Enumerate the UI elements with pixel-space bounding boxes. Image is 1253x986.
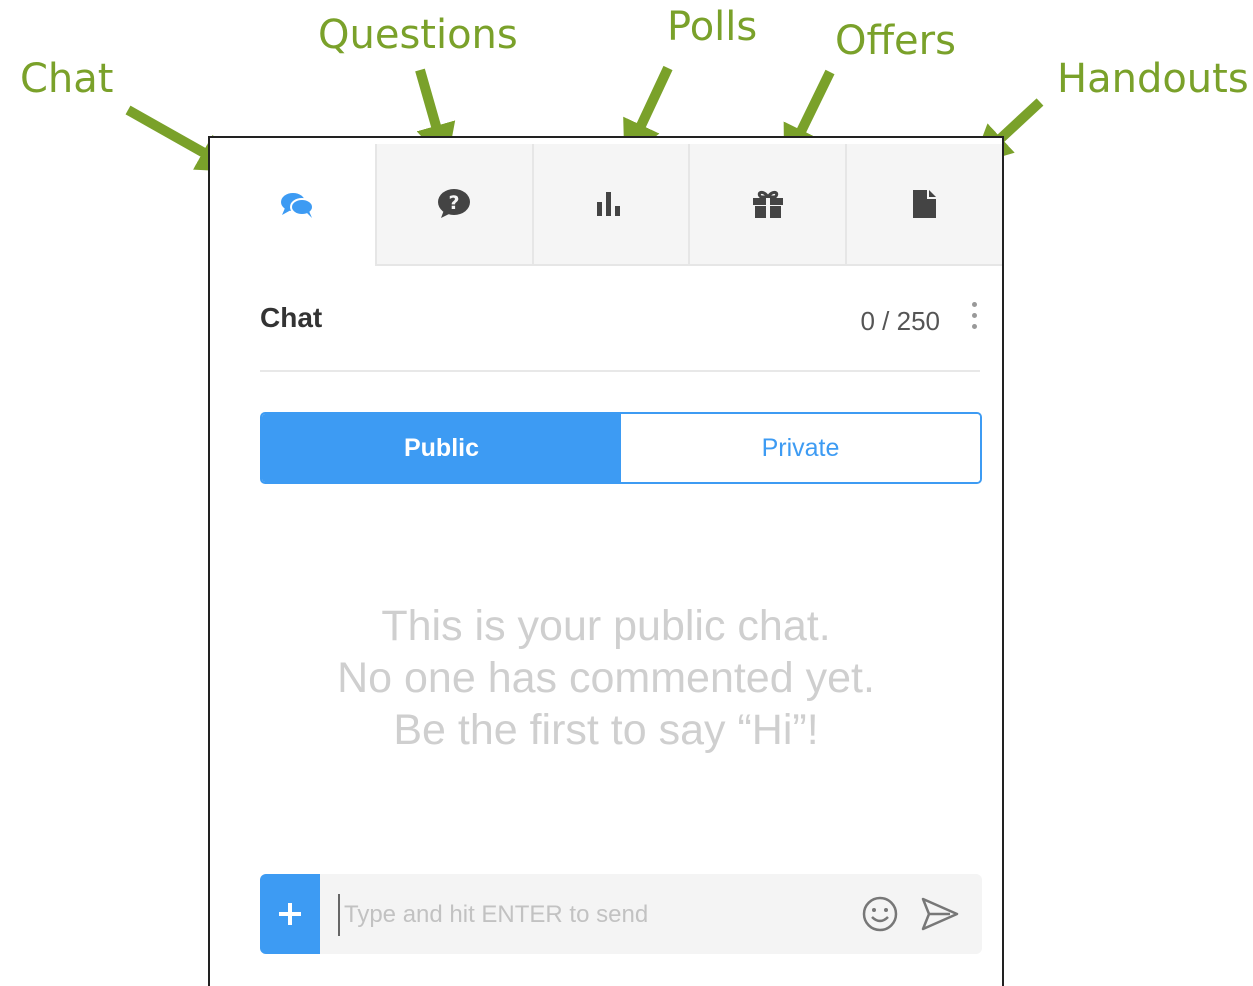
annotation-polls: Polls (667, 4, 758, 50)
message-composer (260, 874, 982, 954)
plus-icon (279, 903, 301, 925)
annotation-handouts: Handouts (1057, 56, 1249, 102)
emoji-button[interactable] (860, 894, 900, 939)
empty-state-message: This is your public chat. No one has com… (210, 600, 1002, 756)
more-options-icon[interactable] (968, 298, 980, 338)
public-button[interactable]: Public (262, 414, 621, 482)
add-attachment-button[interactable] (260, 874, 320, 954)
svg-text:?: ? (449, 192, 460, 214)
annotation-questions: Questions (318, 12, 518, 58)
tab-chat[interactable] (220, 144, 375, 266)
send-button[interactable] (920, 896, 960, 937)
tab-polls[interactable] (531, 144, 689, 266)
empty-state-line: This is your public chat. (381, 602, 831, 650)
chat-header: Chat 0 / 250 (260, 288, 980, 372)
chat-title: Chat (260, 302, 323, 333)
tab-handouts[interactable] (845, 144, 1002, 266)
arrow-polls (623, 65, 673, 162)
chat-count: 0 / 250 (860, 306, 940, 336)
message-input[interactable] (338, 894, 786, 936)
annotation-offers: Offers (835, 18, 956, 64)
tab-questions[interactable]: ? (374, 144, 532, 266)
document-icon (912, 190, 936, 218)
send-icon (921, 897, 959, 931)
chat-visibility-toggle: Public Private (260, 412, 982, 484)
gift-icon (752, 190, 783, 218)
tab-offers[interactable] (688, 144, 846, 266)
tab-bar: ? (220, 144, 1002, 266)
chat-bubbles-icon (281, 193, 315, 218)
question-bubble-icon: ? (438, 189, 471, 218)
annotation-chat: Chat (20, 56, 114, 102)
empty-state-line: No one has commented yet. (337, 654, 875, 702)
smiley-icon (862, 896, 898, 932)
chat-panel: ? Chat 0 / 250 Public Private This is yo… (208, 136, 1004, 986)
bar-chart-icon (596, 192, 620, 216)
empty-state-line: Be the first to say “Hi”! (393, 706, 819, 754)
private-button[interactable]: Private (621, 414, 980, 482)
